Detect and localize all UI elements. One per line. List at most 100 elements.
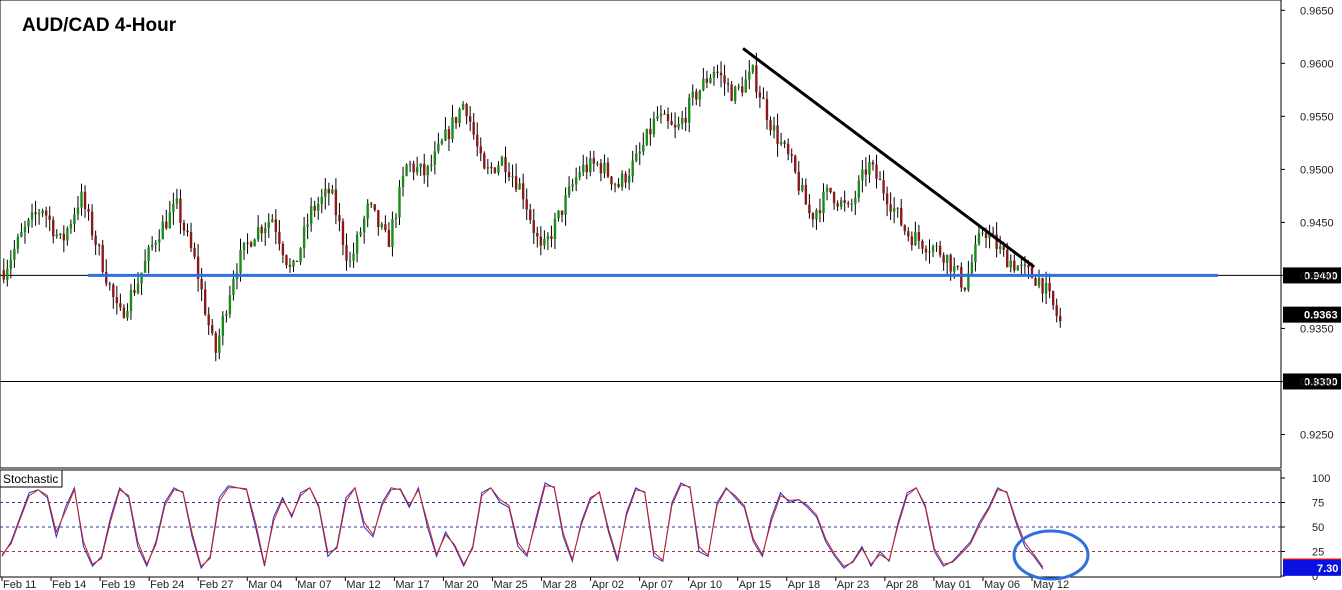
candle-bull [578, 172, 581, 178]
candle-bear [804, 184, 808, 205]
candle-bull [147, 247, 150, 262]
candle-bear [762, 97, 765, 100]
candle-bear [2, 270, 5, 280]
candle-bull [401, 175, 405, 188]
time-tick-label: Mar 07 [297, 579, 331, 590]
candle-bear [783, 142, 786, 144]
candle-bear [377, 210, 380, 227]
candle-bear [83, 191, 87, 210]
candle-bull [709, 77, 712, 83]
candle-bull [511, 176, 514, 178]
candle-bull [981, 232, 984, 234]
candle-bull [642, 144, 645, 152]
candle-bull [751, 65, 755, 72]
candle-bear [490, 167, 493, 169]
candle-bear [1034, 278, 1037, 286]
candle-bull [652, 118, 656, 135]
candle-bull [1037, 278, 1041, 286]
candle-bull [55, 234, 58, 237]
time-tick-label: Feb 27 [199, 579, 233, 590]
candle-bear [847, 202, 850, 205]
candle-bull [970, 262, 974, 274]
candle-bear [182, 222, 186, 231]
candle-bull [631, 160, 634, 177]
stochastic-last-tag-label: 7.30 [1317, 563, 1338, 575]
candle-bull [437, 143, 440, 152]
time-tick-label: Apr 23 [837, 579, 869, 590]
candle-bull [691, 91, 694, 98]
candle-bull [1020, 264, 1023, 267]
candle-bull [635, 153, 638, 161]
candle-bull [306, 224, 309, 227]
candle-bull [868, 162, 871, 175]
candle-bear [119, 303, 122, 308]
candle-bear [875, 164, 878, 180]
candle-bull [553, 218, 557, 239]
candle-bear [334, 189, 338, 216]
candle-bear [493, 167, 497, 173]
candle-bear [260, 227, 263, 234]
candle-bull [596, 163, 599, 165]
candle-bear [105, 271, 108, 284]
candle-bull [444, 129, 447, 141]
candle-bull [546, 236, 550, 240]
candle-bear [942, 255, 945, 263]
price-tick-label: 0.9450 [1300, 217, 1334, 229]
candle-bear [765, 99, 769, 121]
candle-bull [433, 151, 437, 166]
candle-bear [649, 129, 652, 135]
candle-bull [27, 219, 30, 227]
candle-bull [267, 221, 270, 229]
time-tick-label: May 12 [1033, 579, 1069, 590]
price-tick-label: 0.9550 [1300, 111, 1334, 123]
candle-bear [370, 203, 373, 205]
candle-bear [44, 210, 48, 216]
candle-bull [698, 90, 702, 100]
candle-bull [415, 167, 419, 173]
candle-bear [1059, 315, 1062, 322]
candle-bull [500, 157, 504, 166]
time-tick-label: Mar 04 [248, 579, 282, 590]
candle-bear [214, 333, 217, 353]
candle-bear [878, 179, 882, 181]
candle-bear [521, 183, 525, 200]
candle-bear [1013, 260, 1016, 271]
candle-bull [574, 177, 578, 185]
candle-bear [1048, 282, 1051, 292]
candle-bear [412, 163, 415, 173]
candle-bull [914, 232, 917, 246]
candle-bear [465, 104, 468, 117]
price-tick-label: 0.9500 [1300, 164, 1334, 176]
candle-bear [504, 157, 507, 173]
candle-bear [924, 248, 928, 253]
candle-bull [30, 212, 34, 220]
candle-bull [355, 234, 359, 254]
time-tick-label: Mar 17 [395, 579, 429, 590]
candle-bull [391, 219, 394, 247]
candle-bull [486, 167, 490, 169]
candle-bear [705, 78, 709, 83]
time-axis: Feb 11 Feb 14 Feb 19 Feb 24 Feb 27 Mar 04 Mar … [1, 577, 1069, 590]
candle-bear [960, 266, 963, 288]
candle-bear [447, 129, 451, 140]
candle-bear [730, 84, 733, 101]
candle-bull [320, 196, 323, 205]
candle-bull [242, 242, 246, 251]
stochastic-label: Stochastic [3, 472, 58, 486]
stochastic-axis: 10075502507.30 [1281, 473, 1341, 583]
candle-bull [264, 228, 267, 234]
time-tick-label: May 06 [984, 579, 1020, 590]
candle-bear [62, 233, 66, 241]
candle-bull [772, 125, 776, 131]
candle-bear [610, 176, 613, 185]
candle-bear [87, 209, 90, 212]
candle-bear [373, 204, 376, 211]
candle-bear [525, 199, 528, 210]
candle-bear [1002, 246, 1005, 250]
candle-bull [76, 207, 80, 215]
candle-bear [313, 205, 316, 211]
candle-bull [440, 140, 444, 144]
candle-bull [239, 250, 242, 274]
candle-bull [1009, 260, 1012, 268]
candle-bear [529, 209, 532, 221]
